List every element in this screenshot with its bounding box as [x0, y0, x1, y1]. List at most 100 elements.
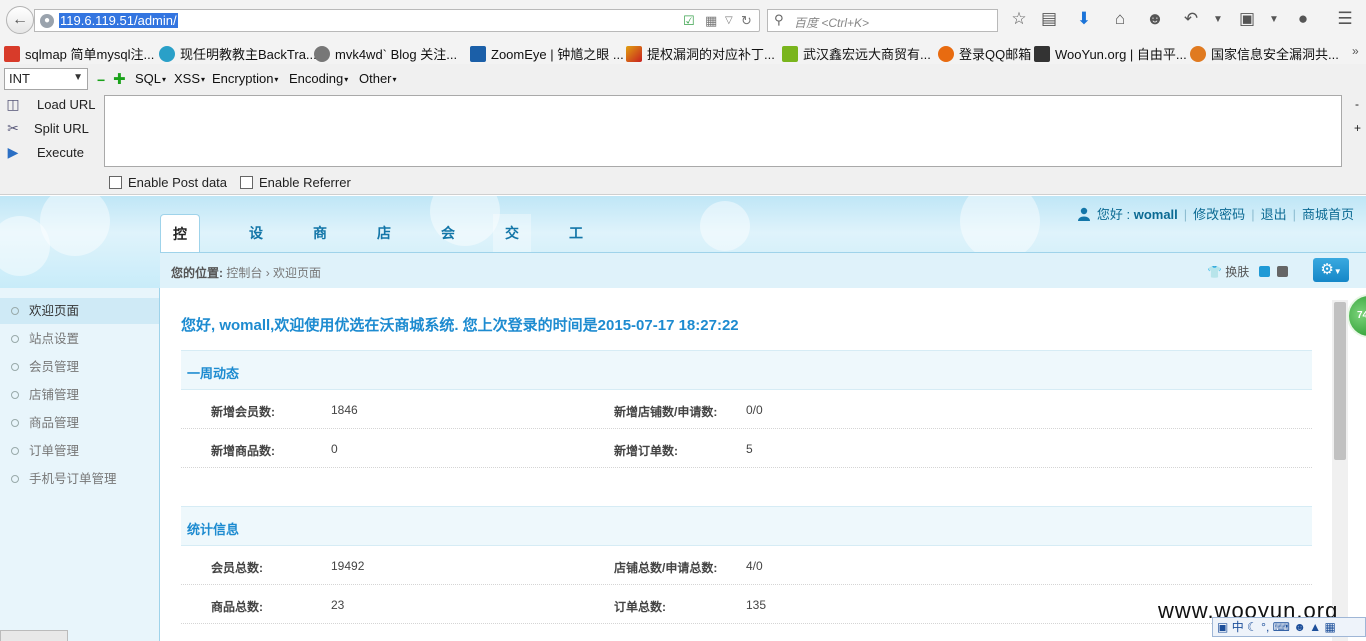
- username: womall: [1133, 207, 1178, 222]
- url-text[interactable]: 119.6.119.51/admin/: [59, 13, 178, 28]
- scroll-thumb[interactable]: [1334, 302, 1346, 460]
- search-bar[interactable]: ⚲ 百度 <Ctrl+K>: [767, 9, 998, 32]
- sidebar-item-orders[interactable]: 订单管理: [0, 438, 159, 464]
- tab-trade[interactable]: 交易: [493, 214, 531, 279]
- skin-blue-option[interactable]: [1258, 266, 1270, 277]
- search-icon: ⚲: [774, 12, 784, 27]
- breadcrumb-dashboard-link[interactable]: 控制台: [226, 266, 262, 280]
- plus-icon[interactable]: ✚: [113, 70, 126, 88]
- sidebar-item-site-settings[interactable]: 站点设置: [0, 326, 159, 352]
- menu-sql[interactable]: SQL▾: [135, 71, 166, 86]
- bookmark-item[interactable]: mvk4wd` Blog 关注...: [314, 44, 457, 62]
- user-icon: [1077, 207, 1090, 221]
- bookmark-favicon-icon: [159, 46, 175, 62]
- tab-settings[interactable]: 设置: [237, 214, 275, 279]
- bullet-icon: [11, 307, 19, 315]
- tab-goods[interactable]: 商品: [301, 214, 339, 279]
- bookmark-star-icon[interactable]: ☆: [1008, 9, 1030, 29]
- ime-toolbar[interactable]: ▣ 中 ☾ °, ⌨ ☻ ▲ ▦: [1212, 617, 1366, 637]
- settings-button[interactable]: ⚙▼: [1313, 258, 1349, 282]
- page-header: 您好 : womall|修改密码|退出|商城首页 控制台 设置 商品 店铺 会员…: [0, 196, 1366, 318]
- sidebar-item-welcome[interactable]: 欢迎页面: [0, 298, 159, 324]
- tab-members[interactable]: 会员: [429, 214, 467, 279]
- menu-arrow-icon: ▾: [274, 75, 279, 84]
- undo-icon[interactable]: ↶: [1180, 9, 1202, 29]
- menu-encryption[interactable]: Encryption▾: [212, 71, 278, 86]
- bookmark-item[interactable]: 武汉鑫宏远大商贸有...: [782, 44, 931, 62]
- back-button[interactable]: ←: [6, 6, 34, 34]
- undo-dropdown-icon[interactable]: ▼: [1207, 14, 1229, 25]
- crop-icon[interactable]: ▣: [1236, 9, 1258, 29]
- bullet-icon: [11, 475, 19, 483]
- bullet-icon: [11, 447, 19, 455]
- url-textarea[interactable]: [104, 95, 1342, 167]
- expand-icon[interactable]: +: [1354, 121, 1361, 135]
- qrcode-icon[interactable]: ▦: [705, 13, 717, 29]
- bookmark-item[interactable]: 现任明教教主BackTra...: [159, 44, 317, 62]
- shop-home-link[interactable]: 商城首页: [1302, 207, 1354, 222]
- bookmark-item[interactable]: sqlmap 简单mysql注...: [4, 44, 154, 62]
- shrink-icon[interactable]: -: [1355, 97, 1359, 111]
- bullet-icon: [11, 335, 19, 343]
- sidebar-item-mobile-orders[interactable]: 手机号订单管理: [0, 466, 159, 492]
- enable-referrer-checkbox[interactable]: Enable Referrer: [240, 175, 351, 190]
- int-select[interactable]: INT ▼: [4, 68, 88, 90]
- comment-icon[interactable]: ●: [1292, 9, 1314, 29]
- welcome-message: 您好, womall,欢迎使用优选在沃商城系统. 您上次登录的时间是2015-0…: [181, 317, 739, 334]
- gear-icon: ⚙: [1320, 261, 1334, 278]
- bookmark-favicon-icon: [470, 46, 486, 62]
- sidebar-item-goods[interactable]: 商品管理: [0, 410, 159, 436]
- tab-stores[interactable]: 店铺: [365, 214, 403, 279]
- bookmark-favicon-icon: [1034, 46, 1050, 62]
- tab-tools[interactable]: 工具: [557, 214, 595, 279]
- skin-switcher: 👕 换肤: [1207, 263, 1288, 280]
- execute-icon: ▶: [7, 144, 19, 160]
- crop-dropdown-icon[interactable]: ▼: [1263, 14, 1285, 25]
- home-icon[interactable]: ⌂: [1109, 9, 1131, 29]
- chevron-down-icon: ▼: [73, 72, 83, 83]
- menu-arrow-icon: ▾: [162, 75, 167, 84]
- checkbox-box: [240, 176, 253, 189]
- minus-icon[interactable]: −: [97, 72, 105, 88]
- ime-logo-icon: ▣: [1217, 620, 1229, 634]
- shirt-icon: ▲: [1309, 620, 1322, 634]
- url-bar[interactable]: ● 119.6.119.51/admin/ ☑ ▦ ▽ ↻: [34, 9, 760, 32]
- scrollbar[interactable]: [1332, 300, 1348, 641]
- skin-gray-option[interactable]: [1277, 266, 1288, 277]
- menu-icon[interactable]: ☰: [1334, 9, 1356, 29]
- bookmark-favicon-icon: [938, 46, 954, 62]
- tab-dashboard[interactable]: 控制台: [160, 214, 200, 318]
- bookmark-item[interactable]: 国家信息安全漏洞共...: [1190, 44, 1339, 62]
- menu-arrow-icon: ▾: [201, 75, 206, 84]
- admin-page: 您好 : womall|修改密码|退出|商城首页 控制台 设置 商品 店铺 会员…: [0, 196, 1366, 641]
- stats-row: 商品总数: 23 订单总数: 135: [181, 585, 1312, 624]
- enable-post-data-checkbox[interactable]: Enable Post data: [109, 175, 227, 190]
- load-url-button[interactable]: ◫ Load URL: [4, 96, 100, 116]
- dropdown-icon[interactable]: ▽: [725, 15, 733, 26]
- change-password-link[interactable]: 修改密码: [1193, 207, 1245, 222]
- logout-link[interactable]: 退出: [1261, 207, 1287, 222]
- download-icon[interactable]: ⬇: [1073, 9, 1095, 29]
- bookmark-favicon-icon: [314, 46, 330, 62]
- bookmarks-bar: sqlmap 简单mysql注... 现任明教教主BackTra... mvk4…: [0, 40, 1366, 64]
- menu-xss[interactable]: XSS▾: [174, 71, 205, 86]
- bookmark-item[interactable]: 登录QQ邮箱: [938, 44, 1031, 62]
- menu-arrow-icon: ▾: [392, 75, 397, 84]
- bookmark-item[interactable]: 提权漏洞的对应补丁...: [626, 44, 775, 62]
- bookmark-favicon-icon: [782, 46, 798, 62]
- menu-other[interactable]: Other▾: [359, 71, 397, 86]
- execute-button[interactable]: ▶ Execute: [4, 144, 100, 164]
- reading-list-icon[interactable]: ▤: [1038, 9, 1060, 29]
- reload-icon[interactable]: ↻: [741, 13, 752, 29]
- sidebar-item-members[interactable]: 会员管理: [0, 354, 159, 380]
- sidebar-item-stores[interactable]: 店铺管理: [0, 382, 159, 408]
- menu-encoding[interactable]: Encoding▾: [289, 71, 348, 86]
- bookmark-item[interactable]: ZoomEye | 钟馗之眼 ...: [470, 44, 624, 62]
- bookmarks-overflow-icon[interactable]: »: [1352, 44, 1359, 58]
- shield-icon[interactable]: ☑: [683, 13, 695, 29]
- bookmark-item[interactable]: WooYun.org | 自由平...: [1034, 44, 1187, 62]
- chat-face-icon[interactable]: ☻: [1144, 9, 1166, 29]
- back-arrow-icon: ←: [12, 11, 28, 28]
- split-url-button[interactable]: ✂ Split URL: [4, 120, 100, 140]
- moon-icon: ☾: [1247, 620, 1258, 634]
